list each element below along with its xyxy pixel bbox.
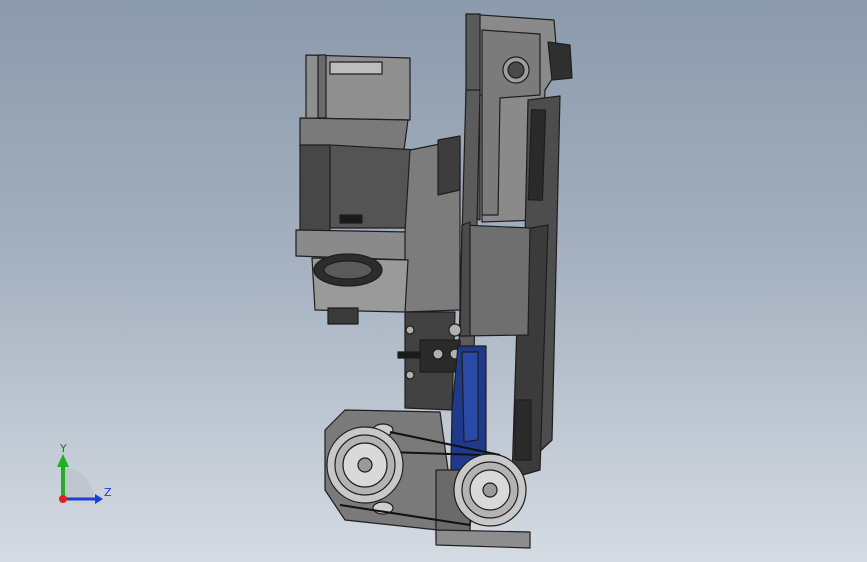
y-arrowhead-icon	[57, 454, 69, 467]
coupling	[397, 311, 462, 411]
slider-block	[459, 221, 531, 337]
stepper-motor	[295, 54, 419, 261]
x-axis-dot-icon	[59, 495, 67, 503]
belt-pulley-small	[453, 453, 527, 527]
graphics-viewport[interactable]: Y Z	[0, 0, 867, 562]
triad-plane	[63, 468, 94, 499]
z-axis-label: Z	[104, 486, 112, 499]
belt-pulley-large	[326, 426, 404, 504]
y-axis-label: Y	[59, 442, 67, 455]
cad-assembly-model[interactable]	[0, 0, 867, 562]
coordinate-triad: Y Z	[57, 442, 112, 504]
z-arrowhead-icon	[95, 494, 103, 504]
